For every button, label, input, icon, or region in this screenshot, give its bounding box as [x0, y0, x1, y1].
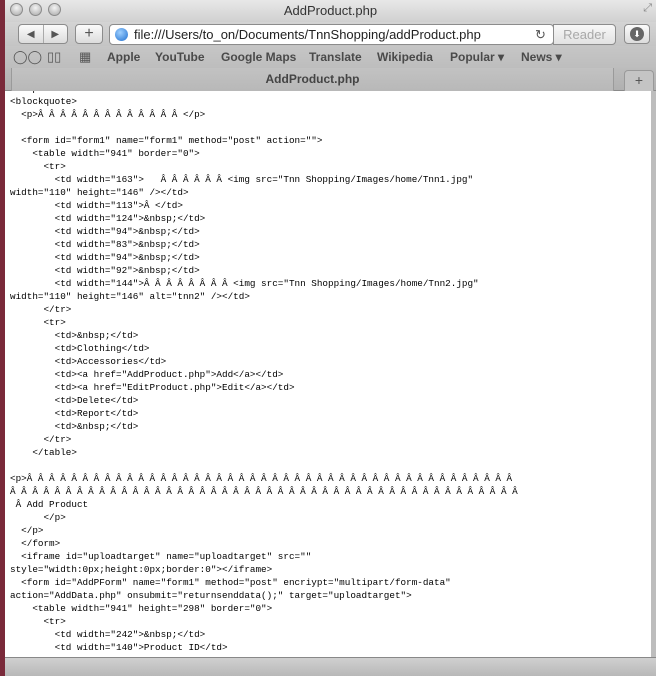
code-line: <p>Â Â Â Â Â Â Â Â Â Â Â Â Â Â Â Â Â Â Â…	[10, 473, 513, 484]
code-line: <td width="94">&nbsp;</td>	[10, 252, 200, 263]
code-line: </form>	[10, 538, 61, 549]
globe-icon	[115, 28, 128, 41]
code-line: width="110" height="146" alt="tnn2" /></…	[10, 291, 250, 302]
bookmark-apple[interactable]: Apple	[107, 50, 140, 64]
code-line: action="AddData.php" onsubmit="returnsen…	[10, 590, 412, 601]
tab-bar: AddProduct.php +	[5, 68, 656, 91]
browser-window: AddProduct.php ⤢ ◀ ▶ + file:///Users/to_…	[5, 0, 656, 676]
bookmark-news-menu[interactable]: News ▾	[521, 50, 562, 64]
downloads-button[interactable]: ⬇	[624, 24, 650, 44]
code-line: </p>	[10, 525, 44, 536]
code-line: Â Add Product	[10, 499, 89, 510]
code-line: <td>Accessories</td>	[10, 356, 167, 367]
bookmarks-book-icon[interactable]: ▯▯	[47, 49, 61, 65]
back-forward-buttons: ◀ ▶	[18, 24, 68, 44]
code-line: Â Â Â Â Â Â Â Â Â Â Â Â Â Â Â Â Â Â Â Â …	[10, 486, 518, 497]
code-line: <tr>	[10, 317, 66, 328]
code-line: <td><a href="AddProduct.php">Add</a></td…	[10, 369, 284, 380]
window-title: AddProduct.php	[283, 3, 378, 18]
bookmark-google-maps[interactable]: Google Maps	[221, 50, 296, 64]
code-line: <form id="AddPForm" name="form1" method=…	[10, 577, 451, 588]
status-bar	[5, 657, 656, 676]
code-line: <td>Report</td>	[10, 408, 139, 419]
code-line: <table width="941" border="0">	[10, 148, 200, 159]
title-bar: AddProduct.php ⤢	[5, 0, 656, 22]
top-sites-grid-icon[interactable]: ▦	[79, 49, 91, 65]
tab-addproduct[interactable]: AddProduct.php	[11, 68, 614, 91]
code-line: </tr>	[10, 304, 72, 315]
page-source-view: </p> <blockquote> <p>Â Â Â Â Â Â Â Â Â Â …	[5, 91, 651, 657]
url-input[interactable]: file:///Users/to_on/Documents/TnnShoppin…	[134, 27, 481, 42]
code-line: <td>Delete</td>	[10, 395, 139, 406]
code-line: width="110" height="146" /></td>	[10, 187, 189, 198]
fullscreen-arrows-icon[interactable]: ⤢	[643, 2, 652, 15]
code-line: <form id="form1" name="form1" method="po…	[10, 135, 323, 146]
code-line: <td><a href="EditProduct.php">Edit</a></…	[10, 382, 295, 393]
add-bookmark-button[interactable]: +	[75, 24, 103, 44]
code-line: <td width="140">Product ID</td>	[10, 642, 228, 653]
reader-button[interactable]: Reader	[553, 24, 616, 45]
code-line: <td width="144">Â Â Â Â Â Â Â Â <img src…	[10, 278, 479, 289]
forward-icon[interactable]: ▶	[44, 29, 68, 40]
new-tab-button[interactable]: +	[624, 70, 654, 91]
address-bar[interactable]: file:///Users/to_on/Documents/TnnShoppin…	[109, 24, 554, 45]
window-edge	[651, 91, 656, 657]
code-line: <td width="124">&nbsp;</td>	[10, 213, 206, 224]
bookmark-wikipedia[interactable]: Wikipedia	[377, 50, 433, 64]
bookmarks-bar: ◯◯ ▯▯ ▦ Apple YouTube Google Maps Transl…	[5, 46, 656, 68]
code-line: <td>Clothing</td>	[10, 343, 150, 354]
code-line: <table width="941" height="298" border="…	[10, 603, 273, 614]
code-line: <td width="113">Â </td>	[10, 200, 183, 211]
code-line: <tr>	[10, 616, 66, 627]
code-line: <td width="92">&nbsp;</td>	[10, 265, 200, 276]
code-line: <iframe id="uploadtarget" name="uploadta…	[10, 551, 312, 562]
code-line: <p>Â Â Â Â Â Â Â Â Â Â Â Â Â </p>	[10, 109, 206, 120]
bookmark-youtube[interactable]: YouTube	[155, 50, 205, 64]
code-line: <blockquote>	[10, 96, 77, 107]
code-line: <td width="163"> Â Â Â Â Â Â <img src="T…	[10, 174, 474, 185]
code-line: </table>	[10, 447, 77, 458]
bookmark-translate[interactable]: Translate	[309, 50, 362, 64]
code-line: style="width:0px;height:0px;border:0"></…	[10, 564, 273, 575]
bookmark-popular-menu[interactable]: Popular ▾	[450, 50, 504, 64]
code-line: </p>	[10, 512, 66, 523]
code-line: <td>&nbsp;</td>	[10, 421, 139, 432]
reload-icon[interactable]: ↻	[535, 27, 546, 43]
code-line: </tr>	[10, 434, 72, 445]
code-line: <tr>	[10, 161, 66, 172]
code-line: <td width="242">&nbsp;</td>	[10, 629, 206, 640]
code-line: <td>&nbsp;</td>	[10, 330, 139, 341]
source-code: </p> <blockquote> <p>Â Â Â Â Â Â Â Â Â Â …	[10, 91, 518, 654]
code-line: <td width="83">&nbsp;</td>	[10, 239, 200, 250]
code-line: <td width="94">&nbsp;</td>	[10, 226, 200, 237]
back-icon[interactable]: ◀	[19, 29, 43, 40]
download-icon: ⬇	[630, 27, 644, 41]
reading-list-icon[interactable]: ◯◯	[13, 49, 42, 65]
